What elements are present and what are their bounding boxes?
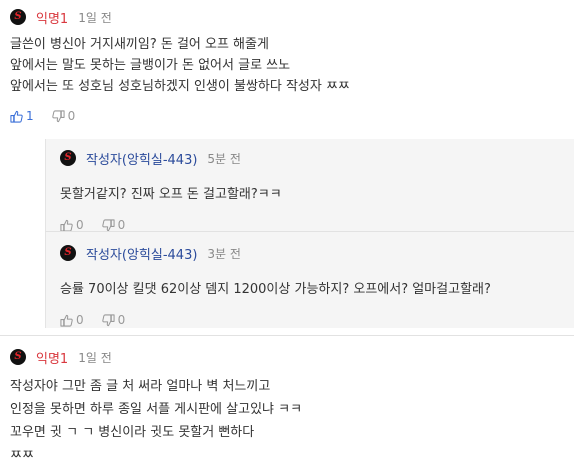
comment-author[interactable]: 익명1 — [36, 8, 68, 27]
reply-timestamp: 5분 전 — [207, 151, 241, 166]
dislike-button[interactable]: 0 — [102, 218, 126, 232]
comment-header: S 익명1 1일 전 — [10, 8, 112, 27]
dislike-button[interactable]: 0 — [52, 109, 76, 123]
dislike-count: 0 — [117, 313, 126, 327]
reply-timestamp: 3분 전 — [207, 246, 241, 261]
comment-text: 작성자야 그만 좀 글 처 써라 얼마나 벽 처느끼고 인정을 못하면 하루 종… — [10, 379, 303, 463]
dislike-count: 0 — [67, 109, 76, 123]
thumbs-up-icon — [10, 110, 23, 123]
avatar[interactable]: S — [10, 349, 26, 365]
reply-header: S 작성자(앙힉실-443) 5분 전 — [60, 149, 565, 168]
comment-timestamp: 1일 전 — [78, 10, 112, 25]
like-count: 1 — [26, 109, 34, 123]
like-button[interactable]: 0 — [60, 218, 84, 232]
comment-header: S 익명1 1일 전 — [10, 348, 112, 367]
thumbs-down-icon — [102, 314, 115, 327]
avatar[interactable]: S — [60, 245, 76, 261]
avatar[interactable]: S — [10, 9, 26, 25]
dislike-count: 0 — [117, 218, 126, 232]
reply-header: S 작성자(앙힉실-443) 3분 전 — [60, 244, 565, 263]
comment-text: 글쓴이 병신아 거지새끼임? 돈 걸어 오프 해줄게 앞에서는 말도 못하는 글… — [10, 37, 350, 94]
reply-item: S 작성자(앙힉실-443) 5분 전 못할거같지? 진짜 오프 돈 걸고할래?… — [45, 139, 574, 232]
comment-item: S 익명1 1일 전 작성자야 그만 좀 글 처 써라 얼마나 벽 처느끼고 인… — [0, 336, 574, 463]
thumbs-down-icon — [102, 219, 115, 232]
comment-author[interactable]: 익명1 — [36, 348, 68, 367]
comment-item: S 익명1 1일 전 글쓴이 병신아 거지새끼임? 돈 걸어 오프 해줄게 앞에… — [0, 0, 574, 138]
reply-author[interactable]: 작성자(앙힉실-443) — [86, 244, 197, 263]
reply-item: S 작성자(앙힉실-443) 3분 전 승률 70이상 킬댓 62이상 뎀지 1… — [45, 232, 574, 328]
avatar[interactable]: S — [60, 150, 76, 166]
thumbs-down-icon — [52, 110, 65, 123]
like-button[interactable]: 1 — [10, 109, 34, 123]
reply-author[interactable]: 작성자(앙힉실-443) — [86, 149, 197, 168]
like-count: 0 — [76, 218, 84, 232]
reply-text: 승률 70이상 킬댓 62이상 뎀지 1200이상 가능하지? 오프에서? 얼마… — [60, 282, 491, 297]
thumbs-up-icon — [60, 219, 73, 232]
reply-text: 못할거같지? 진짜 오프 돈 걸고할래?ㅋㅋ — [60, 187, 282, 202]
like-count: 0 — [76, 313, 84, 327]
comment-timestamp: 1일 전 — [78, 350, 112, 365]
like-button[interactable]: 0 — [60, 313, 84, 327]
vote-bar: 0 0 — [60, 312, 565, 328]
dislike-button[interactable]: 0 — [102, 313, 126, 327]
vote-bar: 1 0 — [10, 108, 93, 124]
thumbs-up-icon — [60, 314, 73, 327]
